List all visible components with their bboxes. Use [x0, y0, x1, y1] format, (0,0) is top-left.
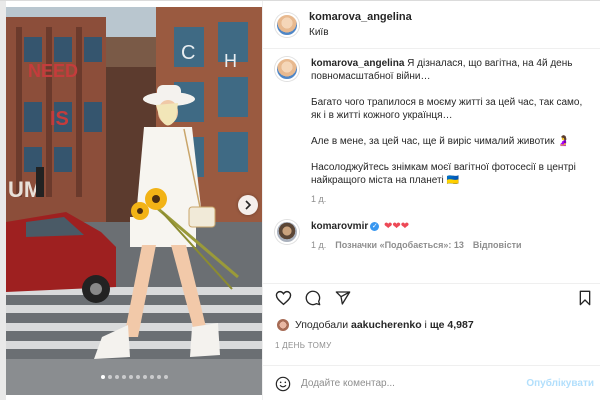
post-header: komarova_angelina Київ	[263, 1, 600, 49]
caption-author-avatar[interactable]	[275, 57, 299, 81]
svg-text:NEED: NEED	[28, 61, 78, 81]
carousel-dot	[107, 375, 112, 379]
post-location[interactable]: Київ	[309, 25, 412, 40]
photo-illustration: NEED IS UM C H	[6, 7, 262, 395]
carousel-dot	[142, 375, 147, 379]
author-avatar[interactable]	[275, 12, 299, 37]
emoji-icon[interactable]	[275, 376, 291, 392]
post-date[interactable]: 1 ДЕНЬ ТОМУ	[275, 341, 331, 350]
verified-badge-icon: ✓	[370, 221, 380, 231]
caption-author[interactable]: komarova_angelina	[311, 58, 404, 69]
heart-icon	[275, 290, 291, 305]
save-button[interactable]	[576, 289, 594, 307]
comment-bubble-icon	[305, 290, 321, 305]
like-button[interactable]	[274, 289, 292, 307]
caption-time: 1 д.	[311, 194, 327, 204]
commenter-avatar[interactable]	[275, 220, 299, 244]
reply-button[interactable]: Відповісти	[473, 239, 522, 252]
carousel-dot	[114, 375, 119, 379]
carousel-dot	[100, 375, 105, 379]
likes-prefix: Уподобали	[295, 319, 349, 331]
comment-text: ❤❤❤	[384, 221, 410, 232]
likes-summary: Уподобали aakucherenko і ще 4,987	[277, 319, 474, 331]
svg-text:H: H	[224, 51, 237, 71]
caption-text-2: Багато чого трапилося в моєму житті за ц…	[311, 97, 583, 121]
post-window: NEED IS UM C H komarova_angelina Київ ko…	[0, 0, 600, 400]
carousel-dot	[121, 375, 126, 379]
comments-section: komarova_angelina Я дізналася, що вагітн…	[275, 57, 594, 252]
caption-text-4: Насолоджуйтесь знімкам моєї вагітної фот…	[311, 162, 576, 186]
action-bar	[263, 283, 600, 311]
share-button[interactable]	[334, 289, 352, 307]
author-username[interactable]: komarova_angelina	[309, 10, 412, 25]
post-sidebar: komarova_angelina Київ komarova_angelina…	[262, 1, 600, 400]
svg-text:IS: IS	[50, 108, 69, 130]
comment-item: komarovmir ✓ ❤❤❤ 1 д. Позначки «Подобаєть…	[275, 220, 594, 252]
carousel-dot	[135, 375, 140, 379]
caption-text-3: Але в мене, за цей час, ще й виріс чимал…	[311, 136, 570, 147]
carousel-dot	[163, 375, 168, 379]
bookmark-icon	[579, 290, 591, 306]
carousel-dot	[149, 375, 154, 379]
publish-button[interactable]: Опублікувати	[526, 378, 594, 389]
carousel-dot	[128, 375, 133, 379]
paper-plane-icon	[335, 290, 351, 305]
liker-username[interactable]: aakucherenko	[351, 319, 422, 331]
comment-likes-link[interactable]: Позначки «Подобається»: 13	[335, 239, 464, 252]
post-photo[interactable]: NEED IS UM C H	[6, 7, 262, 395]
comment-time: 1 д.	[311, 240, 327, 250]
next-photo-button[interactable]	[238, 195, 258, 215]
chevron-right-icon	[245, 200, 252, 210]
svg-text:C: C	[181, 42, 195, 64]
carousel-indicator	[6, 375, 262, 379]
carousel-dot	[156, 375, 161, 379]
comment-input[interactable]	[301, 378, 527, 389]
likes-middle: і	[424, 319, 427, 331]
likes-count[interactable]: ще 4,987	[430, 319, 474, 331]
comment-button[interactable]	[304, 289, 322, 307]
commenter-username[interactable]: komarovmir	[311, 221, 368, 232]
caption: komarova_angelina Я дізналася, що вагітн…	[275, 57, 594, 206]
add-comment-bar: Опублікувати	[263, 365, 600, 400]
liker-avatar[interactable]	[277, 319, 289, 331]
